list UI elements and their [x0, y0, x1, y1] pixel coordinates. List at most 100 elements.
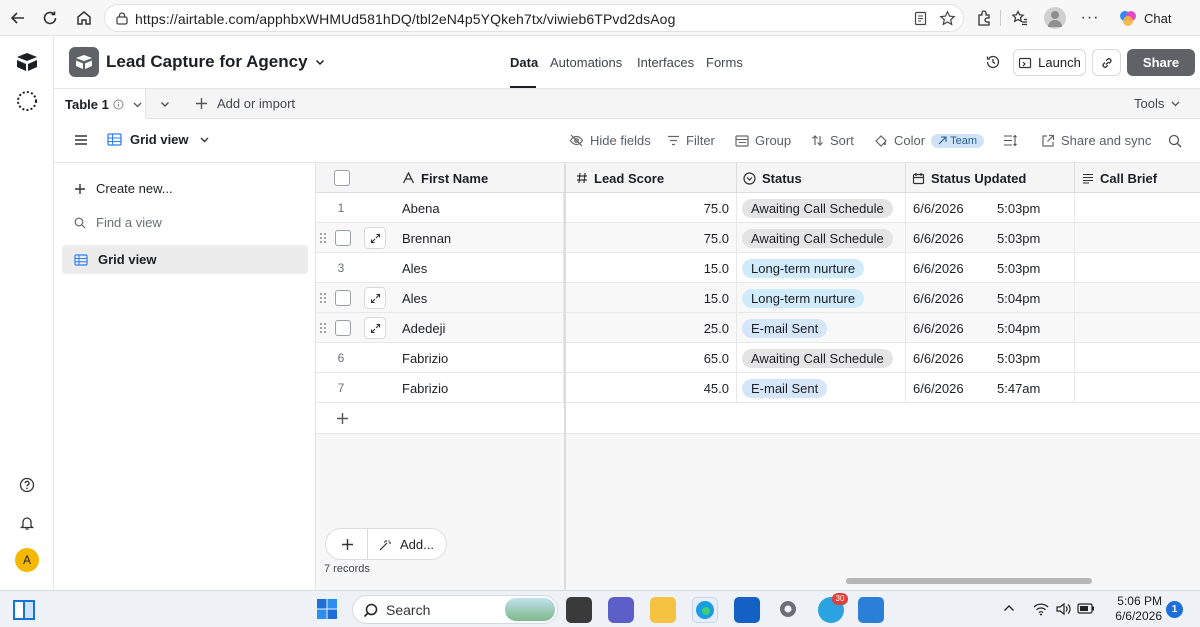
task-view-icon[interactable] — [12, 599, 36, 621]
group-button[interactable]: Group — [735, 133, 791, 148]
battery-icon[interactable] — [1077, 603, 1095, 614]
add-or-import-button[interactable]: Add or import — [195, 96, 295, 111]
color-button[interactable]: Color Team — [874, 133, 984, 148]
cell-status-updated[interactable]: 6/6/2026 5:03pm — [906, 343, 1075, 373]
cell-status[interactable]: E-mail Sent — [737, 313, 906, 343]
notification-badge[interactable]: 1 — [1166, 601, 1183, 618]
base-icon[interactable] — [69, 47, 99, 77]
cell-first-name[interactable]: Brennan — [394, 223, 564, 253]
cell-call-brief[interactable] — [1075, 343, 1200, 373]
address-bar[interactable]: https://airtable.com/apphbxWHMUd581hDQ/t… — [104, 4, 964, 32]
refresh-icon[interactable] — [38, 6, 62, 30]
row-checkbox[interactable] — [335, 290, 351, 306]
cell-status-updated[interactable]: 6/6/2026 5:04pm — [906, 283, 1075, 313]
add-row-plus-icon[interactable] — [336, 412, 349, 425]
cell-status[interactable]: Awaiting Call Schedule — [737, 223, 906, 253]
cell-lead-score[interactable]: 15.0 — [566, 283, 737, 313]
cell-first-name[interactable]: Adedeji — [394, 313, 564, 343]
cell-call-brief[interactable] — [1075, 373, 1200, 403]
sidebar-toggle-icon[interactable] — [74, 134, 88, 146]
extensions-icon[interactable] — [972, 6, 996, 30]
drag-handle-icon[interactable] — [319, 292, 327, 304]
view-switcher[interactable]: Grid view — [107, 132, 210, 147]
cell-status[interactable]: Long-term nurture — [737, 253, 906, 283]
tools-menu[interactable]: Tools — [1134, 96, 1181, 111]
table-tab[interactable]: Table 1 — [54, 89, 146, 120]
filter-button[interactable]: Filter — [667, 133, 715, 148]
column-header-first-name[interactable]: First Name — [394, 163, 566, 193]
add-record-plus-icon[interactable] — [341, 538, 354, 551]
column-header-status[interactable]: Status — [737, 163, 906, 193]
hide-fields-button[interactable]: Hide fields — [569, 133, 651, 148]
table-row[interactable]: 3 Ales 15.0 Long-term nurture 6/6/2026 5… — [316, 253, 1200, 283]
volume-icon[interactable] — [1055, 602, 1071, 616]
store-app-icon[interactable] — [734, 597, 760, 623]
show-hidden-icons-chevron[interactable] — [1003, 603, 1015, 613]
all-tables-chevron-icon[interactable] — [159, 98, 171, 110]
table-row[interactable]: 1 Abena 75.0 Awaiting Call Schedule 6/6/… — [316, 193, 1200, 223]
cell-status[interactable]: Awaiting Call Schedule — [737, 343, 906, 373]
cell-call-brief[interactable] — [1075, 193, 1200, 223]
sidebar-item-grid-view-content[interactable]: Grid view — [74, 252, 157, 267]
share-button[interactable]: Share — [1127, 49, 1195, 76]
tab-automations[interactable]: Automations — [550, 55, 622, 70]
share-and-sync-button[interactable]: Share and sync — [1041, 133, 1151, 148]
edge-browser-icon[interactable] — [692, 597, 718, 623]
table-row[interactable]: Ales 15.0 Long-term nurture 6/6/2026 5:0… — [316, 283, 1200, 313]
back-icon[interactable] — [6, 6, 30, 30]
team-color-pill[interactable]: Team — [931, 133, 984, 148]
cell-status[interactable]: Awaiting Call Schedule — [737, 193, 906, 223]
settings-gear-icon[interactable] — [776, 597, 800, 621]
row-height-icon[interactable] — [1003, 134, 1017, 147]
cell-lead-score[interactable]: 45.0 — [566, 373, 737, 403]
add-row[interactable] — [316, 403, 1200, 434]
tab-data[interactable]: Data — [510, 55, 538, 70]
cell-call-brief[interactable] — [1075, 223, 1200, 253]
taskbar-search[interactable]: Search — [352, 595, 558, 624]
table-row[interactable]: Adedeji 25.0 E-mail Sent 6/6/2026 5:04pm — [316, 313, 1200, 343]
cell-first-name[interactable]: Fabrizio — [394, 343, 564, 373]
cell-call-brief[interactable] — [1075, 313, 1200, 343]
cell-status[interactable]: E-mail Sent — [737, 373, 906, 403]
cell-lead-score[interactable]: 25.0 — [566, 313, 737, 343]
copilot-chat-button[interactable]: Chat — [1110, 5, 1179, 31]
cell-status-updated[interactable]: 6/6/2026 5:03pm — [906, 253, 1075, 283]
omni-icon[interactable] — [16, 90, 38, 112]
cell-lead-score[interactable]: 75.0 — [566, 223, 737, 253]
column-header-status-updated[interactable]: Status Updated — [906, 163, 1075, 193]
column-header-lead-score[interactable]: Lead Score — [566, 163, 737, 193]
expand-record-icon[interactable] — [364, 317, 386, 339]
cell-lead-score[interactable]: 75.0 — [566, 193, 737, 223]
favorites-icon[interactable] — [1008, 6, 1032, 30]
cell-status-updated[interactable]: 6/6/2026 5:04pm — [906, 313, 1075, 343]
system-clock[interactable]: 5:06 PM 6/6/2026 — [1106, 594, 1162, 624]
expand-record-icon[interactable] — [364, 287, 386, 309]
cell-lead-score[interactable]: 15.0 — [566, 253, 737, 283]
airtable-logo-icon[interactable] — [16, 52, 38, 72]
more-options-icon[interactable]: ··· — [1078, 6, 1102, 30]
notifications-bell-icon[interactable] — [19, 515, 35, 531]
launch-button[interactable]: Launch — [1013, 49, 1086, 76]
add-with-ai-button[interactable]: Add... — [378, 537, 434, 552]
cell-first-name[interactable]: Fabrizio — [394, 373, 564, 403]
table-row[interactable]: 6 Fabrizio 65.0 Awaiting Call Schedule 6… — [316, 343, 1200, 373]
home-icon[interactable] — [72, 6, 96, 30]
photos-app-icon[interactable] — [858, 597, 884, 623]
table-row[interactable]: Brennan 75.0 Awaiting Call Schedule 6/6/… — [316, 223, 1200, 253]
cell-status[interactable]: Long-term nurture — [737, 283, 906, 313]
cell-call-brief[interactable] — [1075, 283, 1200, 313]
find-view-input[interactable]: Find a view — [74, 215, 162, 230]
column-header-call-brief[interactable]: Call Brief — [1075, 163, 1200, 193]
cell-first-name[interactable]: Ales — [394, 283, 564, 313]
drag-handle-icon[interactable] — [319, 322, 327, 334]
telegram-app-icon[interactable]: 30 — [818, 593, 848, 623]
windows-start-icon[interactable] — [316, 598, 338, 620]
user-avatar[interactable]: A — [15, 548, 39, 572]
cell-first-name[interactable]: Abena — [394, 193, 564, 223]
help-icon[interactable] — [19, 477, 35, 493]
select-all-checkbox[interactable] — [334, 170, 350, 186]
profile-avatar[interactable] — [1044, 7, 1066, 29]
cell-first-name[interactable]: Ales — [394, 253, 564, 283]
base-title[interactable]: Lead Capture for Agency — [106, 52, 326, 72]
row-checkbox[interactable] — [335, 320, 351, 336]
